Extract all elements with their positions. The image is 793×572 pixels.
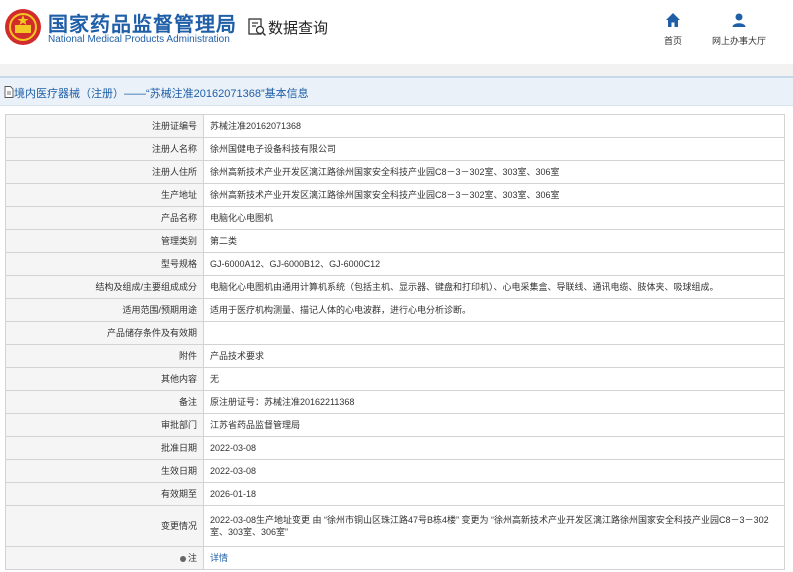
field-value: 徐州高新技术产业开发区漓江路徐州国家安全科技产业园C8－3－302室、303室、… [203, 183, 785, 207]
bullet-icon [179, 555, 186, 562]
field-value: 无 [203, 367, 785, 391]
field-value: 适用于医疗机构测量、描记人体的心电波群，进行心电分析诊断。 [203, 298, 785, 322]
table-row: 变更情况 2022-03-08生产地址变更 由 “徐州市铜山区珠江路47号B栋4… [5, 505, 785, 547]
field-value: 徐州高新技术产业开发区漓江路徐州国家安全科技产业园C8－3－302室、303室、… [203, 160, 785, 184]
nav-online-office-label: 网上办事大厅 [711, 36, 766, 46]
table-row: 结构及组成/主要组成成分 电脑化心电图机由通用计算机系统（包括主机、显示器、键盘… [5, 275, 785, 299]
page-title: 境内医疗器械（注册）——“苏械注准20162071368”基本信息 [14, 88, 309, 100]
field-value: 电脑化心电图机 [203, 206, 785, 230]
field-value: 原注册证号：苏械注准20162211368 [203, 390, 785, 414]
header-divider [0, 64, 793, 76]
table-row: 备注 原注册证号：苏械注准20162211368 [5, 390, 785, 414]
table-row: 管理类别 第二类 [5, 229, 785, 253]
field-label: 批准日期 [5, 436, 204, 460]
field-label: 生效日期 [5, 459, 204, 483]
field-value: 徐州国健电子设备科技有限公司 [203, 137, 785, 161]
field-value: 2022-03-08 [203, 436, 785, 460]
table-row: 注册证编号 苏械注准20162071368 [5, 114, 785, 138]
document-icon [4, 86, 14, 98]
field-label: 产品名称 [5, 206, 204, 230]
field-label: 结构及组成/主要组成成分 [5, 275, 204, 299]
field-label: 注册人住所 [5, 160, 204, 184]
field-label: 注册证编号 [5, 114, 204, 138]
field-label: 管理类别 [5, 229, 204, 253]
field-value: 产品技术要求 [203, 344, 785, 368]
table-row: 审批部门 江苏省药品监督管理局 [5, 413, 785, 437]
data-query-title: 数据查询 [268, 20, 329, 37]
table-row: 产品名称 电脑化心电图机 [5, 206, 785, 230]
table-row: 其他内容 无 [5, 367, 785, 391]
table-row: 注册人住所 徐州高新技术产业开发区漓江路徐州国家安全科技产业园C8－3－302室… [5, 160, 785, 184]
field-value: 电脑化心电图机由通用计算机系统（包括主机、显示器、键盘和打印机）、心电采集盒、导… [203, 275, 785, 299]
field-label: 注册人名称 [5, 137, 204, 161]
field-label: 有效期至 [5, 482, 204, 506]
title-bar: 境内医疗器械（注册）——“苏械注准20162071368”基本信息 [0, 76, 793, 106]
field-value: 江苏省药品监督管理局 [203, 413, 785, 437]
table-row: 生产地址 徐州高新技术产业开发区漓江路徐州国家安全科技产业园C8－3－302室、… [5, 183, 785, 207]
note-label: 注 [187, 553, 197, 563]
field-value [203, 321, 785, 345]
note-value-cell: 详情 [203, 546, 785, 570]
data-query-icon [248, 18, 267, 37]
note-label-cell: 注 [5, 546, 204, 570]
field-label: 变更情况 [5, 505, 204, 547]
field-label: 生产地址 [5, 183, 204, 207]
nav-home[interactable]: 首页 [659, 12, 687, 47]
table-row-note: 注 详情 [5, 546, 785, 570]
user-icon [732, 13, 746, 27]
site-name[interactable]: 国家药品监督管理局 [48, 8, 237, 37]
table-row: 批准日期 2022-03-08 [5, 436, 785, 460]
table-row: 注册人名称 徐州国健电子设备科技有限公司 [5, 137, 785, 161]
field-value: 2022-03-08 [203, 459, 785, 483]
field-value: 苏械注准20162071368 [203, 114, 785, 138]
table-row: 附件 产品技术要求 [5, 344, 785, 368]
details-link[interactable]: 详情 [210, 553, 228, 563]
field-value: GJ-6000A12、GJ-6000B12、GJ-6000C12 [203, 252, 785, 276]
field-label: 备注 [5, 390, 204, 414]
table-row: 有效期至 2026-01-18 [5, 482, 785, 506]
field-value: 第二类 [203, 229, 785, 253]
field-label: 附件 [5, 344, 204, 368]
nav-home-label: 首页 [663, 36, 682, 46]
field-label: 适用范围/预期用途 [5, 298, 204, 322]
table-row: 产品储存条件及有效期 [5, 321, 785, 345]
nav-online-office[interactable]: 网上办事大厅 [709, 12, 769, 47]
field-label: 型号规格 [5, 252, 204, 276]
home-icon [666, 13, 680, 27]
field-label: 审批部门 [5, 413, 204, 437]
field-label: 其他内容 [5, 367, 204, 391]
national-emblem-icon [5, 9, 41, 45]
device-info-table: 注册证编号 苏械注准20162071368 注册人名称 徐州国健电子设备科技有限… [5, 114, 785, 570]
field-value: 2022-03-08生产地址变更 由 “徐州市铜山区珠江路47号B栋4楼” 变更… [203, 505, 785, 547]
field-label: 产品储存条件及有效期 [5, 321, 204, 345]
field-value: 2026-01-18 [203, 482, 785, 506]
table-row: 型号规格 GJ-6000A12、GJ-6000B12、GJ-6000C12 [5, 252, 785, 276]
table-row: 生效日期 2022-03-08 [5, 459, 785, 483]
site-name-en: National Medical Products Administration [48, 34, 230, 45]
site-header: 国家药品监督管理局 National Medical Products Admi… [0, 0, 793, 64]
table-row: 适用范围/预期用途 适用于医疗机构测量、描记人体的心电波群，进行心电分析诊断。 [5, 298, 785, 322]
